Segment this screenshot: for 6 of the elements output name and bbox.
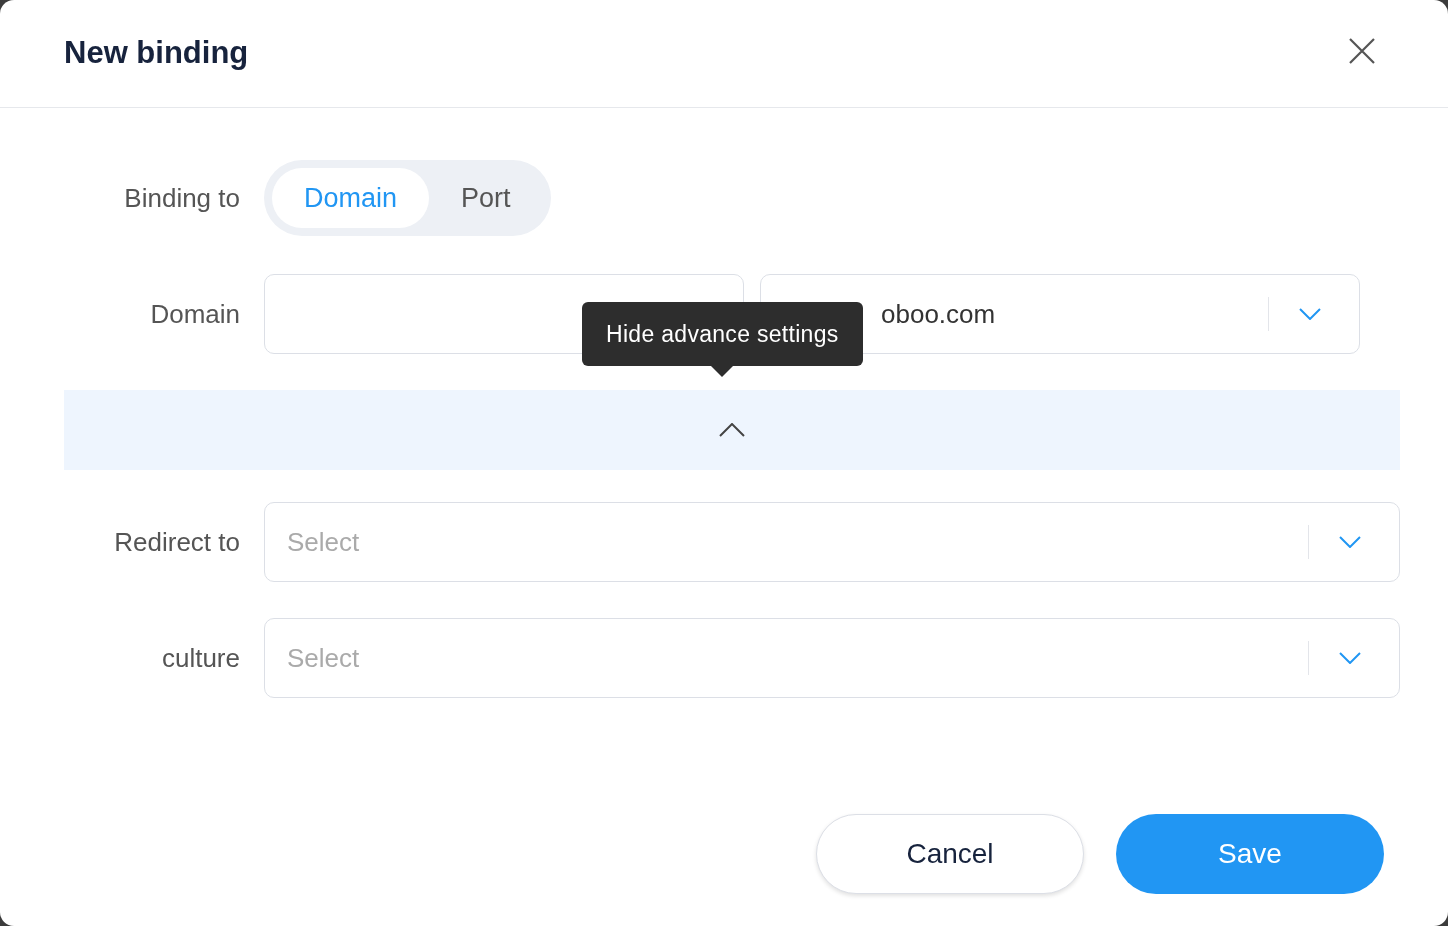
field-label: Binding to bbox=[123, 182, 241, 214]
dialog-title: New binding bbox=[64, 34, 249, 71]
field-label: Domain bbox=[149, 298, 241, 330]
tooltip: Hide advance settings bbox=[582, 302, 863, 366]
field-label: culture bbox=[160, 642, 241, 674]
field-label: Redirect to bbox=[113, 526, 241, 558]
